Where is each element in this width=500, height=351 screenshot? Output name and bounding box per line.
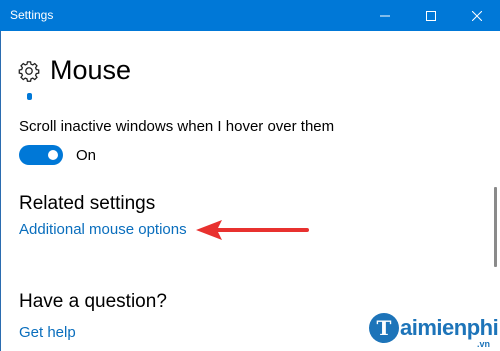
related-settings-heading: Related settings bbox=[19, 193, 156, 214]
close-icon bbox=[472, 10, 482, 21]
minimize-icon bbox=[380, 15, 390, 16]
page-header: Mouse bbox=[18, 55, 131, 86]
close-button[interactable] bbox=[454, 0, 500, 31]
title-bar: Settings bbox=[0, 0, 500, 31]
maximize-icon bbox=[426, 10, 436, 21]
scroll-inactive-toggle[interactable] bbox=[19, 145, 63, 165]
watermark-suffix: .vn bbox=[477, 339, 491, 349]
watermark-text: aimienphi bbox=[400, 315, 499, 340]
get-help-link[interactable]: Get help bbox=[19, 324, 76, 341]
question-heading: Have a question? bbox=[19, 291, 167, 312]
settings-content: Mouse Scroll inactive windows when I hov… bbox=[0, 31, 500, 351]
maximize-button[interactable] bbox=[408, 0, 454, 31]
watermark: T aimienphi .vn bbox=[369, 313, 499, 349]
toggle-state-label: On bbox=[76, 147, 97, 164]
minimize-button[interactable] bbox=[362, 0, 408, 31]
slider-thumb[interactable] bbox=[27, 93, 32, 100]
gear-icon bbox=[18, 60, 40, 82]
scroll-inactive-label: Scroll inactive windows when I hover ove… bbox=[19, 118, 335, 135]
window-title: Settings bbox=[10, 8, 54, 22]
watermark-logo: T bbox=[369, 313, 399, 343]
scrollbar-thumb[interactable] bbox=[494, 187, 497, 267]
additional-mouse-options-link[interactable]: Additional mouse options bbox=[19, 221, 187, 238]
red-arrow-annotation bbox=[196, 220, 309, 240]
toggle-knob bbox=[48, 150, 58, 160]
page-title: Mouse bbox=[50, 55, 132, 85]
